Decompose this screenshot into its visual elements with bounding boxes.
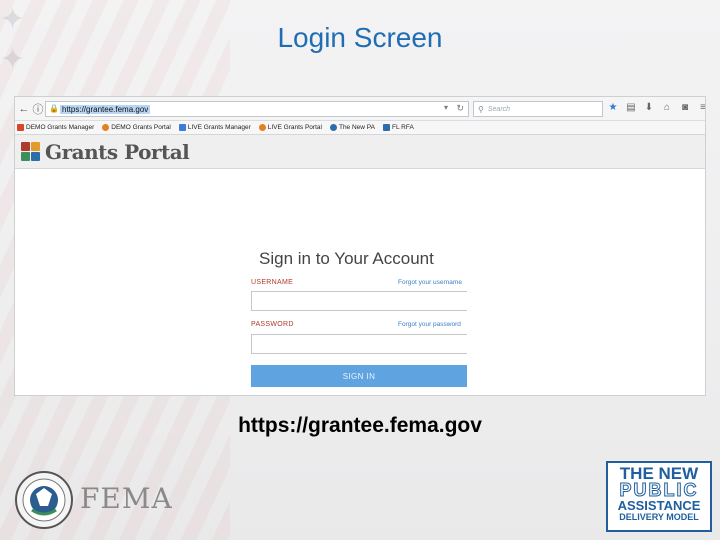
toolbar-icons: ★ ▤ ⬇ ⌂ ◙ ≡ [607,102,705,113]
slide-title: Login Screen [277,22,443,53]
bookmark-item[interactable]: LIVE Grants Manager [178,124,251,131]
password-label: PASSWORD [251,321,294,328]
lock-icon: 🔒 [49,104,59,113]
menu-icon[interactable]: ≡ [697,102,705,113]
username-field[interactable] [251,291,467,311]
search-input[interactable]: ⚲ Search [473,101,603,117]
browser-screenshot: ← ⓘ 🔒 https://grantee.fema.gov ▾ ↻ ⚲ Sea… [14,96,706,396]
forgot-username-link[interactable]: Forgot your username [398,279,462,286]
badge-line: PUBLIC [619,480,699,500]
search-placeholder: Search [487,105,511,113]
search-icon: ⚲ [478,104,484,114]
bookmark-favicon-icon [17,124,24,131]
download-icon[interactable]: ⬇ [643,102,655,113]
bookmark-favicon-icon [178,124,186,131]
grants-portal-logo-icon[interactable] [21,141,41,162]
forgot-password-link[interactable]: Forgot your password [398,321,461,328]
bookmarks-bar: DEMO Grants Manager DEMO Grants Portal L… [15,121,705,135]
portal-header: Grants Portal [15,135,705,169]
portal-brand[interactable]: Grants Portal [45,140,190,164]
caption-url: https://grantee.fema.gov [238,414,482,437]
address-url[interactable]: https://grantee.fema.gov [60,104,151,114]
new-pa-badge: THE NEW PUBLIC ASSISTANCE DELIVERY MODEL [606,461,712,532]
bookmark-favicon-icon [258,124,266,131]
fema-wordmark: FEMA [80,482,173,515]
bookmark-item[interactable]: LIVE Grants Portal [258,124,322,131]
bookmark-favicon-icon [382,124,390,131]
pocket-icon[interactable]: ◙ [679,102,691,113]
bookmark-item[interactable]: FL RFA [382,124,414,131]
badge-line: ASSISTANCE [617,498,701,513]
address-bar[interactable]: 🔒 https://grantee.fema.gov ▾ ↻ [45,101,469,117]
browser-toolbar: ← ⓘ 🔒 https://grantee.fema.gov ▾ ↻ ⚲ Sea… [15,97,705,121]
password-field[interactable] [251,334,467,354]
bookmark-item[interactable]: The New PA [329,124,375,131]
username-label: USERNAME [251,279,294,286]
back-icon[interactable]: ← [17,103,31,115]
chevron-down-icon[interactable]: ▾ [444,103,448,112]
signin-heading: Sign in to Your Account [259,249,434,268]
badge-line: DELIVERY MODEL [619,512,699,522]
bookmark-item[interactable]: DEMO Grants Manager [17,124,94,131]
dhs-seal-icon [15,471,73,529]
home-icon[interactable]: ⌂ [661,102,673,113]
reading-list-icon[interactable]: ▤ [625,102,637,113]
info-icon[interactable]: ⓘ [31,101,45,117]
bookmark-favicon-icon [102,124,110,131]
signin-button[interactable]: SIGN IN [251,365,467,387]
bookmark-favicon-icon [329,124,337,131]
reload-icon[interactable]: ↻ [456,103,464,114]
bookmark-item[interactable]: DEMO Grants Portal [102,124,171,131]
bookmark-star-icon[interactable]: ★ [607,102,619,113]
